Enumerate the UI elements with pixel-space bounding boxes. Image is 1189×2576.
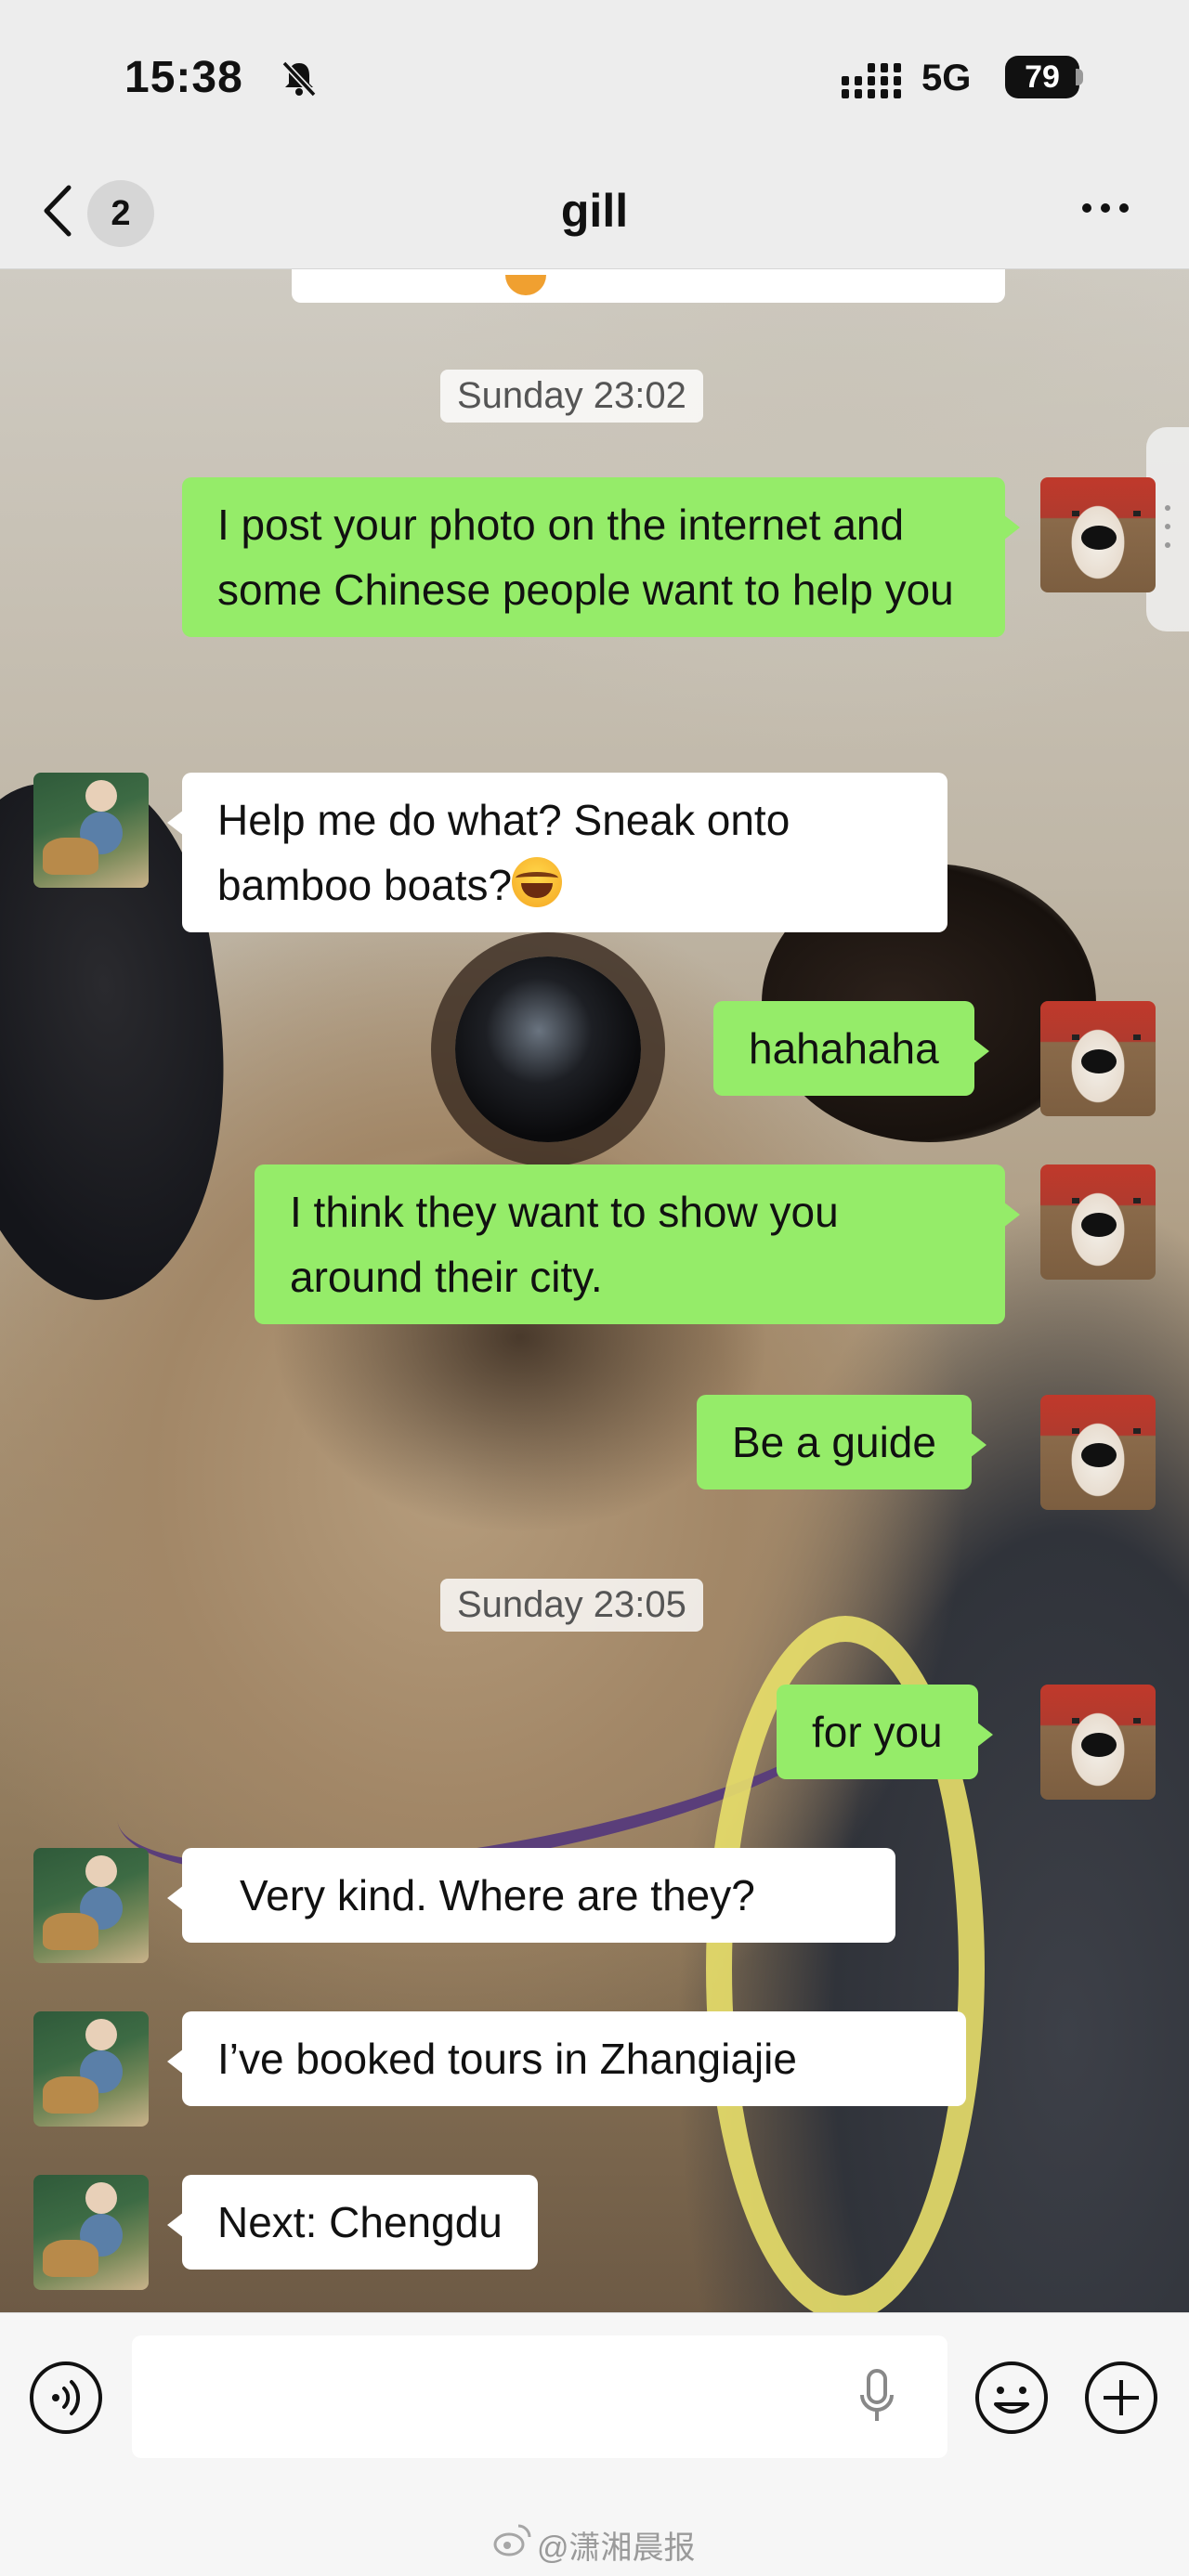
contact-avatar[interactable]: [33, 2011, 149, 2127]
message-timestamp: Sunday 23:05: [440, 1579, 703, 1632]
input-bar: [0, 2312, 1189, 2507]
message-bubble-received[interactable]: Help me do what? Sneak onto bamboo boats…: [167, 773, 947, 932]
tears-of-joy-emoji-icon: [512, 857, 563, 907]
bell-muted-icon: [281, 60, 317, 98]
battery-icon: 79: [1005, 56, 1079, 98]
my-avatar[interactable]: [1040, 1395, 1156, 1510]
message-bubble-sent[interactable]: Be a guide: [697, 1395, 986, 1490]
message-timestamp: Sunday 23:02: [440, 370, 703, 423]
message-bubble-sent[interactable]: I post your photo on the internet and so…: [182, 477, 1020, 637]
chat-header: 2 gill: [0, 158, 1189, 269]
background-photo-eye: [455, 956, 641, 1142]
message-text: Help me do what? Sneak onto bamboo boats…: [217, 796, 790, 909]
message-bubble-received[interactable]: Very kind. Where are they?: [167, 1848, 895, 1943]
message-bubble-received[interactable]: I’ve booked tours in Zhangiajie: [167, 2011, 966, 2106]
network-type: 5G: [921, 58, 972, 98]
status-time: 15:38: [124, 53, 243, 102]
mic-icon[interactable]: [858, 2367, 895, 2426]
watermark-text: @潇湘晨报: [537, 2530, 696, 2566]
message-bubble-sent[interactable]: for you: [777, 1685, 993, 1779]
battery-tip: [1076, 69, 1083, 85]
my-avatar[interactable]: [1040, 477, 1156, 592]
message-bubble-sent[interactable]: I think they want to show you around the…: [255, 1164, 1020, 1324]
contact-avatar[interactable]: [33, 773, 149, 888]
status-bar: 15:38 5G 79: [0, 0, 1189, 158]
plus-icon[interactable]: [1083, 2360, 1159, 2436]
signal-icon: [842, 63, 901, 98]
battery-level: 79: [1025, 59, 1060, 95]
my-avatar[interactable]: [1040, 1685, 1156, 1800]
my-avatar[interactable]: [1040, 1164, 1156, 1280]
watermark: @潇湘晨报: [0, 2507, 1189, 2576]
message-bubble-sent[interactable]: hahahaha: [713, 1001, 989, 1096]
previous-message-fragment: [292, 269, 1005, 303]
weibo-icon: [493, 2524, 531, 2556]
message-input[interactable]: [132, 2335, 947, 2458]
message-bubble-received[interactable]: Next: Chengdu: [167, 2175, 538, 2270]
my-avatar[interactable]: [1040, 1001, 1156, 1116]
contact-avatar[interactable]: [33, 1848, 149, 1963]
more-icon[interactable]: [1078, 189, 1133, 227]
voice-icon[interactable]: [28, 2360, 104, 2436]
emoji-icon[interactable]: [973, 2360, 1050, 2436]
contact-avatar[interactable]: [33, 2175, 149, 2290]
chat-title: gill: [560, 185, 629, 237]
